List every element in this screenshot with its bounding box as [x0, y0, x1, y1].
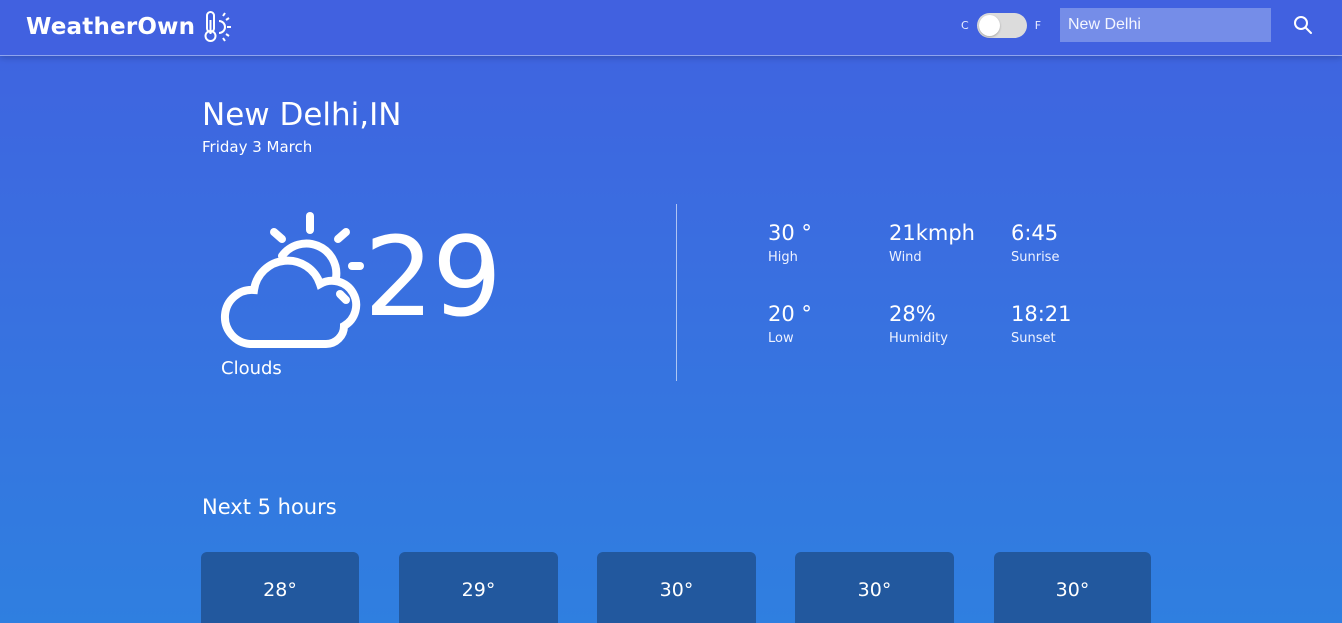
unit-toggle: C F [961, 12, 1041, 38]
hour-temp: 30° [857, 579, 892, 601]
stat-wind: 21kmph Wind [889, 221, 975, 265]
current-date: Friday 3 March [202, 138, 313, 156]
current-temperature: 29 [364, 213, 502, 341]
stat-value: 6:45 [1011, 221, 1059, 245]
stat-humidity: 28% Humidity [889, 302, 948, 346]
thermometer-sun-icon [204, 11, 232, 42]
stat-value: 28% [889, 302, 936, 326]
hour-card[interactable]: 30° [994, 552, 1151, 623]
hour-card[interactable]: 30° [795, 552, 954, 623]
unit-c-label: C [961, 18, 969, 32]
stat-label: Wind [889, 250, 922, 265]
hour-card[interactable]: 28° [201, 552, 359, 623]
search-icon [1294, 16, 1312, 34]
stat-label: Sunrise [1011, 250, 1060, 265]
hour-temp: 29° [461, 579, 496, 601]
stat-value: 18:21 [1011, 302, 1072, 326]
search-button[interactable] [1292, 14, 1314, 36]
hour-card[interactable]: 30° [597, 552, 756, 623]
cloud-sun-icon [221, 212, 364, 348]
stat-low: 20 ° Low [768, 302, 812, 346]
city-search-input[interactable] [1060, 8, 1271, 42]
unit-f-label: F [1034, 18, 1042, 32]
top-navbar: WeatherOwn C F [0, 0, 1342, 56]
stat-label: High [768, 250, 798, 265]
stat-label: Humidity [889, 331, 948, 346]
divider [676, 204, 677, 381]
hour-temp: 30° [1055, 579, 1090, 601]
weather-condition: Clouds [221, 358, 282, 379]
stat-sunrise: 6:45 Sunrise [1011, 221, 1059, 265]
switch-knob[interactable] [978, 14, 1000, 36]
city-name: New Delhi,IN [202, 97, 402, 133]
stat-sunset: 18:21 Sunset [1011, 302, 1072, 346]
forecast-title: Next 5 hours [202, 495, 337, 519]
celsius-fahrenheit-switch[interactable] [976, 12, 1027, 38]
hour-temp: 30° [659, 579, 694, 601]
stat-value: 30 ° [768, 221, 812, 245]
stat-label: Low [768, 331, 794, 346]
hour-temp: 28° [263, 579, 297, 601]
stat-value: 21kmph [889, 221, 975, 245]
app-title: WeatherOwn [26, 14, 196, 40]
app-logo[interactable]: WeatherOwn [26, 10, 235, 44]
stat-label: Sunset [1011, 331, 1056, 346]
stat-value: 20 ° [768, 302, 812, 326]
stat-high: 30 ° High [768, 221, 812, 265]
hour-card[interactable]: 29° [399, 552, 558, 623]
